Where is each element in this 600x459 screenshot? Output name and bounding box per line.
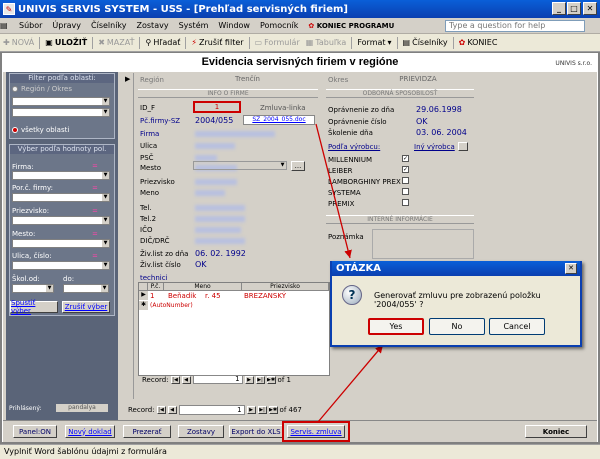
arrow-button-to-dialog — [317, 344, 384, 423]
status-bar: Vyplniť Word šablónu údajmi z formulára — [0, 444, 600, 459]
no-button[interactable]: No — [429, 318, 485, 335]
dialog-message: Generovať zmluvu pre zobrazenú položku '… — [374, 291, 541, 309]
arrow-doc-to-dialog — [315, 123, 352, 259]
confirm-dialog: OTÁZKA ✕ ? Generovať zmluvu pre zobrazen… — [330, 261, 582, 347]
cancel-button[interactable]: Cancel — [489, 318, 545, 335]
yes-button[interactable]: Yes — [368, 318, 424, 335]
dialog-title: OTÁZKA — [332, 261, 580, 276]
question-icon: ? — [342, 285, 362, 305]
dialog-close-button[interactable]: ✕ — [565, 263, 577, 274]
annotation-arrows — [315, 123, 384, 423]
